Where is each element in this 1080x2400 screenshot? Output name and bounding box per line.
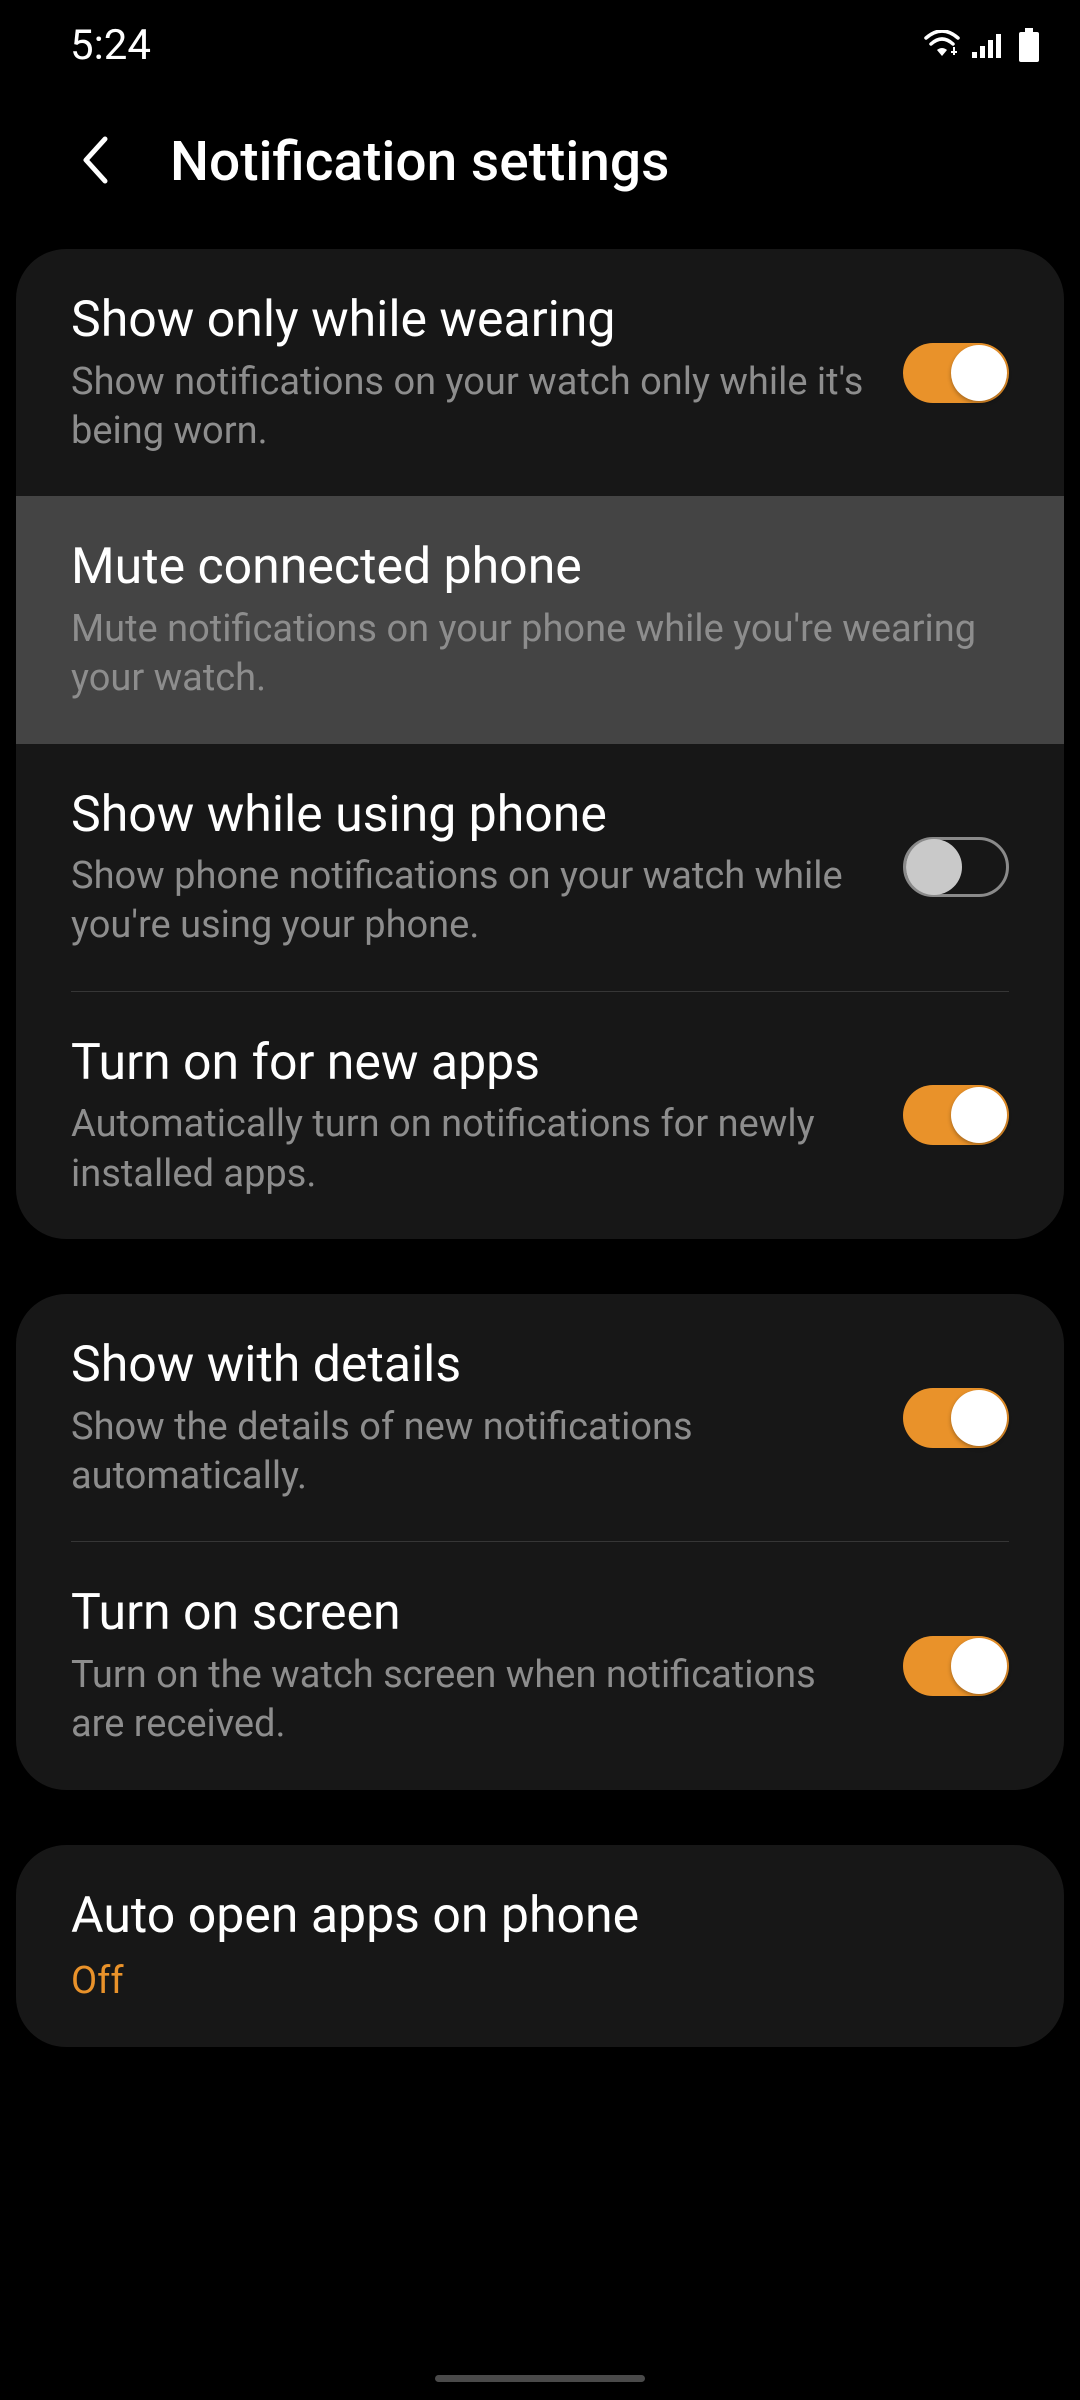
settings-group: Auto open apps on phone Off — [16, 1845, 1064, 2047]
item-auto-open-apps[interactable]: Auto open apps on phone Off — [16, 1845, 1064, 2047]
toggle-show-with-details[interactable] — [903, 1388, 1009, 1448]
status-icons — [922, 28, 1040, 62]
item-desc: Show notifications on your watch only wh… — [71, 358, 873, 457]
item-turn-on-screen[interactable]: Turn on screen Turn on the watch screen … — [16, 1542, 1064, 1789]
item-title: Show with details — [71, 1334, 873, 1403]
item-title: Turn on for new apps — [71, 1032, 873, 1101]
item-desc: Show the details of new notifications au… — [71, 1403, 873, 1502]
item-mute-connected-phone[interactable]: Mute connected phone Mute notifications … — [16, 496, 1064, 743]
home-indicator — [435, 2375, 645, 2382]
settings-group: Show only while wearing Show notificatio… — [16, 249, 1064, 1239]
chevron-left-icon — [80, 135, 110, 189]
wifi-icon — [922, 30, 962, 60]
item-desc: Automatically turn on notifications for … — [71, 1100, 873, 1199]
toggle-turn-on-screen[interactable] — [903, 1636, 1009, 1696]
item-value: Off — [71, 1953, 979, 2006]
item-title: Show only while wearing — [71, 289, 873, 358]
item-title: Turn on screen — [71, 1582, 873, 1651]
status-bar: 5:24 — [0, 0, 1080, 90]
signal-icon — [972, 30, 1008, 60]
item-desc: Show phone notifications on your watch w… — [71, 852, 873, 951]
settings-group: Show with details Show the details of ne… — [16, 1294, 1064, 1790]
toggle-show-while-using-phone[interactable] — [903, 837, 1009, 897]
item-title: Auto open apps on phone — [71, 1885, 979, 1954]
toggle-turn-on-new-apps[interactable] — [903, 1085, 1009, 1145]
page-title: Notification settings — [170, 130, 669, 194]
item-title: Mute connected phone — [71, 536, 979, 605]
toggle-show-only-wearing[interactable] — [903, 343, 1009, 403]
item-title: Show while using phone — [71, 784, 873, 853]
item-desc: Mute notifications on your phone while y… — [71, 605, 979, 704]
header: Notification settings — [0, 90, 1080, 249]
item-show-while-using-phone[interactable]: Show while using phone Show phone notifi… — [16, 744, 1064, 991]
item-turn-on-new-apps[interactable]: Turn on for new apps Automatically turn … — [16, 992, 1064, 1239]
item-desc: Turn on the watch screen when notificati… — [71, 1651, 873, 1750]
back-button[interactable] — [70, 137, 120, 187]
battery-icon — [1018, 28, 1040, 62]
status-time: 5:24 — [70, 21, 151, 70]
item-show-only-wearing[interactable]: Show only while wearing Show notificatio… — [16, 249, 1064, 496]
item-show-with-details[interactable]: Show with details Show the details of ne… — [16, 1294, 1064, 1541]
